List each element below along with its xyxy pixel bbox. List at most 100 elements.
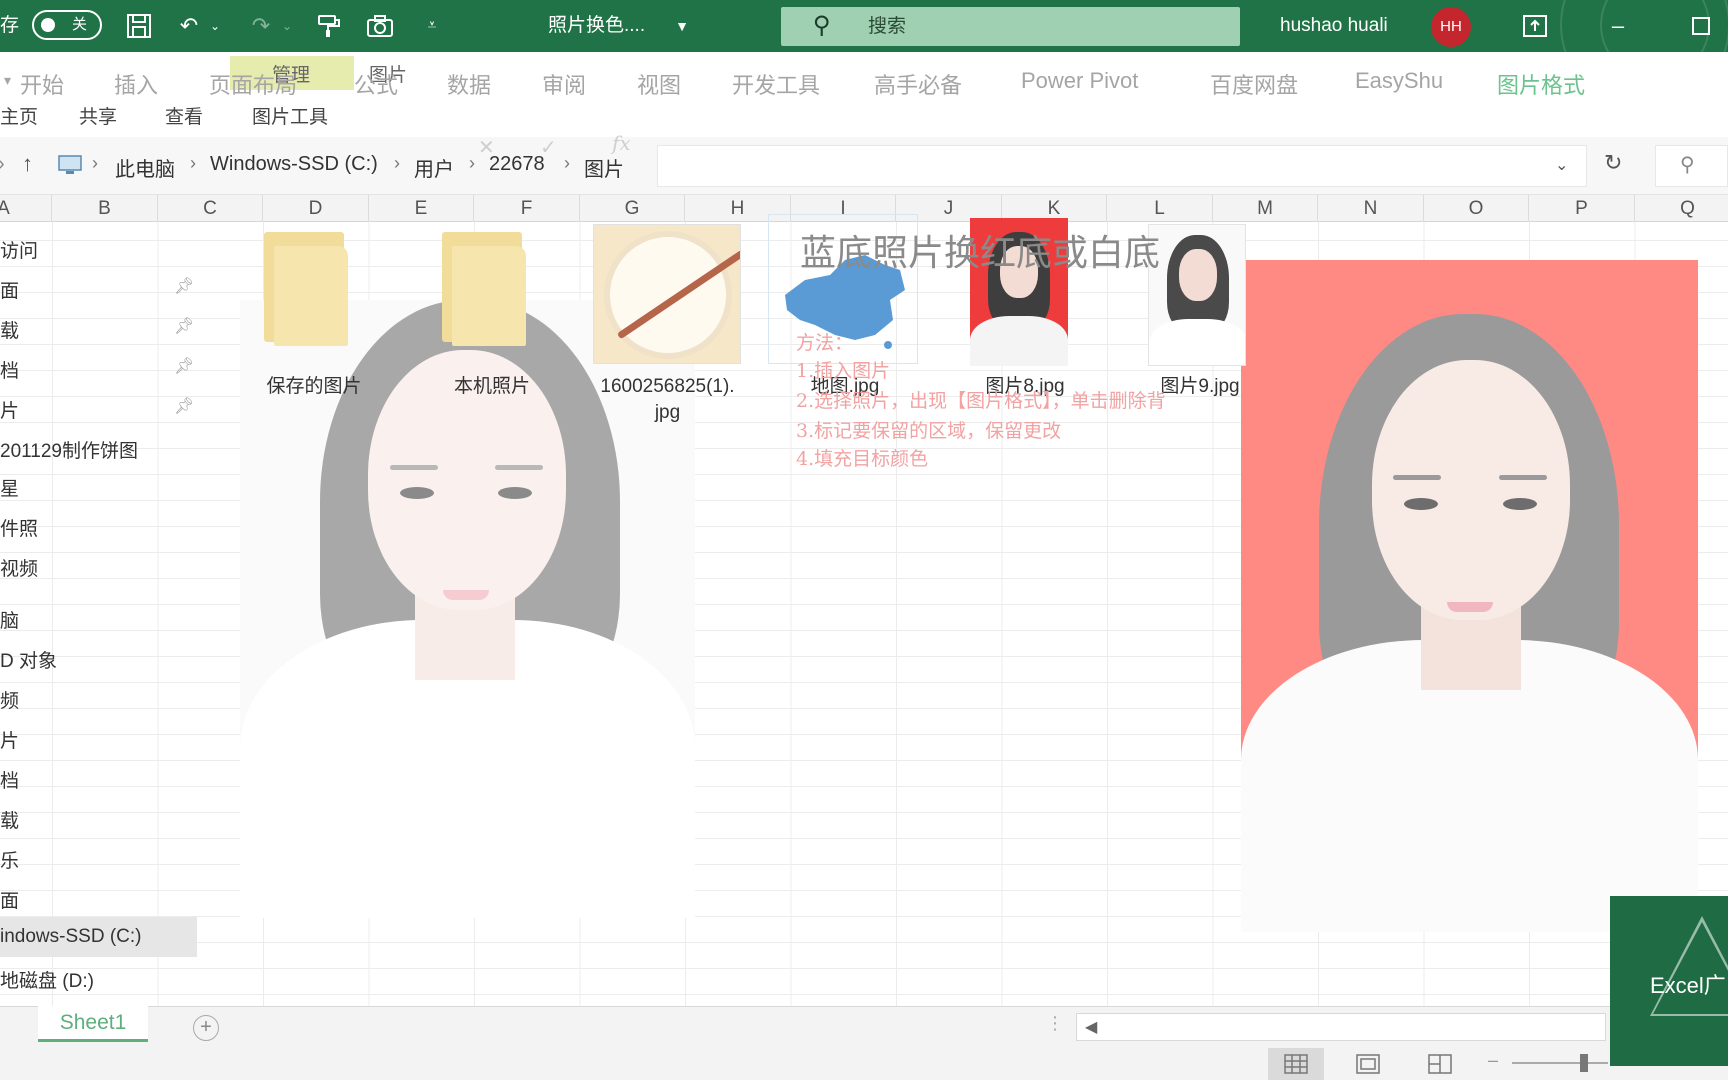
nav-item[interactable]: 频 xyxy=(0,686,19,713)
nav-item[interactable]: 档 xyxy=(0,766,19,793)
pin-icon[interactable]: 📌︎ xyxy=(174,276,194,296)
zoom-slider-thumb[interactable] xyxy=(1580,1054,1588,1072)
column-header[interactable]: E xyxy=(369,195,474,222)
explorer-tab-share[interactable]: 共享 xyxy=(79,102,117,129)
splitter-handle-icon[interactable]: ⋮ xyxy=(1046,1013,1064,1034)
pin-icon[interactable]: 📌︎ xyxy=(174,396,194,416)
nav-item[interactable]: 件照 xyxy=(0,514,38,541)
search-box[interactable]: ⚲ 搜索 xyxy=(781,7,1240,46)
breadcrumb-users[interactable]: 用户 xyxy=(414,153,454,182)
column-header[interactable]: C xyxy=(158,195,263,222)
zoom-slider[interactable] xyxy=(1512,1062,1608,1064)
nav-item[interactable]: 载 xyxy=(0,316,19,343)
tab-picture-format[interactable]: 图片格式 xyxy=(1497,68,1585,100)
enter-icon: ✓ xyxy=(540,137,557,159)
tab-page-layout[interactable]: 页面布局 xyxy=(209,68,297,100)
scroll-left-icon[interactable]: ◀ xyxy=(1085,1017,1097,1037)
pin-icon[interactable]: 📌︎ xyxy=(174,316,194,336)
redo-icon[interactable]: ↷ xyxy=(246,11,276,41)
column-header[interactable]: Q xyxy=(1635,195,1728,222)
file-item-image[interactable]: 1600256825(1). jpg xyxy=(585,224,750,424)
tab-power-pivot[interactable]: Power Pivot xyxy=(1021,68,1138,94)
column-header[interactable]: D xyxy=(263,195,369,222)
nav-item-drive-c[interactable]: indows-SSD (C:) xyxy=(0,926,141,948)
breadcrumb-drive[interactable]: Windows-SSD (C:) xyxy=(210,153,378,176)
tab-home[interactable]: 开始 xyxy=(20,68,64,100)
tab-insert[interactable]: 插入 xyxy=(114,68,158,100)
column-header[interactable]: F xyxy=(474,195,580,222)
portrait-image-right[interactable] xyxy=(1241,260,1698,932)
explorer-tab-view[interactable]: 查看 xyxy=(165,102,203,129)
redo-dropdown-icon[interactable]: ⌄ xyxy=(280,11,294,41)
format-painter-icon[interactable] xyxy=(313,11,343,41)
zoom-out-icon[interactable]: – xyxy=(1488,1050,1498,1071)
nav-item[interactable]: 星 xyxy=(0,474,19,501)
nav-item[interactable]: 面 xyxy=(0,276,19,303)
nav-item[interactable]: D 对象 xyxy=(0,646,57,673)
breadcrumb-separator-icon: › xyxy=(92,153,98,173)
refresh-icon[interactable]: ↻ xyxy=(1604,150,1622,176)
file-item-folder[interactable]: 保存的图片 xyxy=(254,224,374,404)
up-icon[interactable]: ↑ xyxy=(22,151,33,177)
breadcrumb-this-pc[interactable]: 此电脑 xyxy=(115,153,175,182)
explorer-tab-home[interactable]: 主页 xyxy=(0,102,38,129)
ribbon-display-icon[interactable] xyxy=(1520,11,1550,41)
column-header[interactable]: G xyxy=(580,195,685,222)
column-header[interactable]: N xyxy=(1318,195,1424,222)
avatar[interactable]: HH xyxy=(1431,7,1471,47)
breadcrumb-pictures[interactable]: 图片 xyxy=(584,153,624,182)
nav-item[interactable]: 视频 xyxy=(0,554,38,581)
maximize-icon[interactable] xyxy=(1686,11,1716,41)
breadcrumb-user-folder[interactable]: 22678 xyxy=(489,153,545,176)
autosave-toggle[interactable]: 关 xyxy=(32,10,102,40)
undo-dropdown-icon[interactable]: ⌄ xyxy=(208,11,222,41)
nav-item[interactable]: 面 xyxy=(0,886,19,913)
nav-item[interactable]: 脑 xyxy=(0,606,19,633)
sheet-tab[interactable]: Sheet1 xyxy=(38,1006,148,1042)
page-layout-view-icon[interactable] xyxy=(1340,1048,1396,1080)
column-header[interactable]: B xyxy=(52,195,158,222)
column-header[interactable]: P xyxy=(1529,195,1635,222)
note-title[interactable]: 蓝底照片换红底或白底 xyxy=(800,224,1160,276)
add-sheet-icon[interactable]: + xyxy=(193,1015,219,1041)
normal-view-icon[interactable] xyxy=(1268,1048,1324,1080)
page-break-view-icon[interactable] xyxy=(1412,1048,1468,1080)
title-dropdown-icon[interactable]: ▼ xyxy=(667,11,697,41)
nav-item[interactable]: 201129制作饼图 xyxy=(0,436,138,463)
nav-item-drive-d[interactable]: 地磁盘 (D:) xyxy=(0,966,94,993)
column-header[interactable]: O xyxy=(1424,195,1529,222)
explorer-tab-picture-tools[interactable]: 图片工具 xyxy=(252,102,328,129)
camera-icon[interactable] xyxy=(365,11,395,41)
tab-data[interactable]: 数据 xyxy=(447,68,491,100)
address-dropdown-icon[interactable]: ⌄ xyxy=(1555,155,1568,175)
save-icon[interactable] xyxy=(124,11,154,41)
explorer-search-box[interactable]: ⚲ xyxy=(1655,145,1728,187)
formula-bar[interactable] xyxy=(657,145,1587,187)
customize-toolbar-icon[interactable]: ⩡ xyxy=(417,11,447,41)
undo-icon[interactable]: ↶ xyxy=(174,11,204,41)
horizontal-scrollbar[interactable]: ◀ xyxy=(1076,1013,1606,1041)
document-title[interactable]: 照片换色.... xyxy=(548,0,645,52)
nav-item[interactable]: 乐 xyxy=(0,846,19,873)
tab-expert[interactable]: 高手必备 xyxy=(874,68,962,100)
pin-icon[interactable]: 📌︎ xyxy=(174,356,194,376)
column-header[interactable]: A xyxy=(0,195,52,222)
nav-item[interactable]: 载 xyxy=(0,806,19,833)
tab-view[interactable]: 视图 xyxy=(637,68,681,100)
nav-item[interactable]: 档 xyxy=(0,356,19,383)
tab-formulas[interactable]: 公式 xyxy=(354,68,398,100)
file-item-folder[interactable]: 本机照片 xyxy=(432,224,552,404)
nav-item[interactable]: 片 xyxy=(0,726,19,753)
user-name[interactable]: hushao huali xyxy=(1280,0,1388,52)
file-menu-icon[interactable]: ▾ xyxy=(4,72,11,89)
tab-easyshu[interactable]: EasyShu xyxy=(1355,68,1443,94)
forward-icon[interactable]: › xyxy=(0,153,5,176)
tab-developer[interactable]: 开发工具 xyxy=(732,68,820,100)
nav-item[interactable]: 片 xyxy=(0,396,19,423)
portrait-face xyxy=(1372,360,1570,620)
tab-baidu-netdisk[interactable]: 百度网盘 xyxy=(1210,68,1298,100)
nav-item[interactable]: 访问 xyxy=(0,236,38,263)
tab-review[interactable]: 审阅 xyxy=(542,68,586,100)
autosave-label: 存 xyxy=(0,15,20,36)
minimize-icon[interactable]: – xyxy=(1603,11,1633,41)
